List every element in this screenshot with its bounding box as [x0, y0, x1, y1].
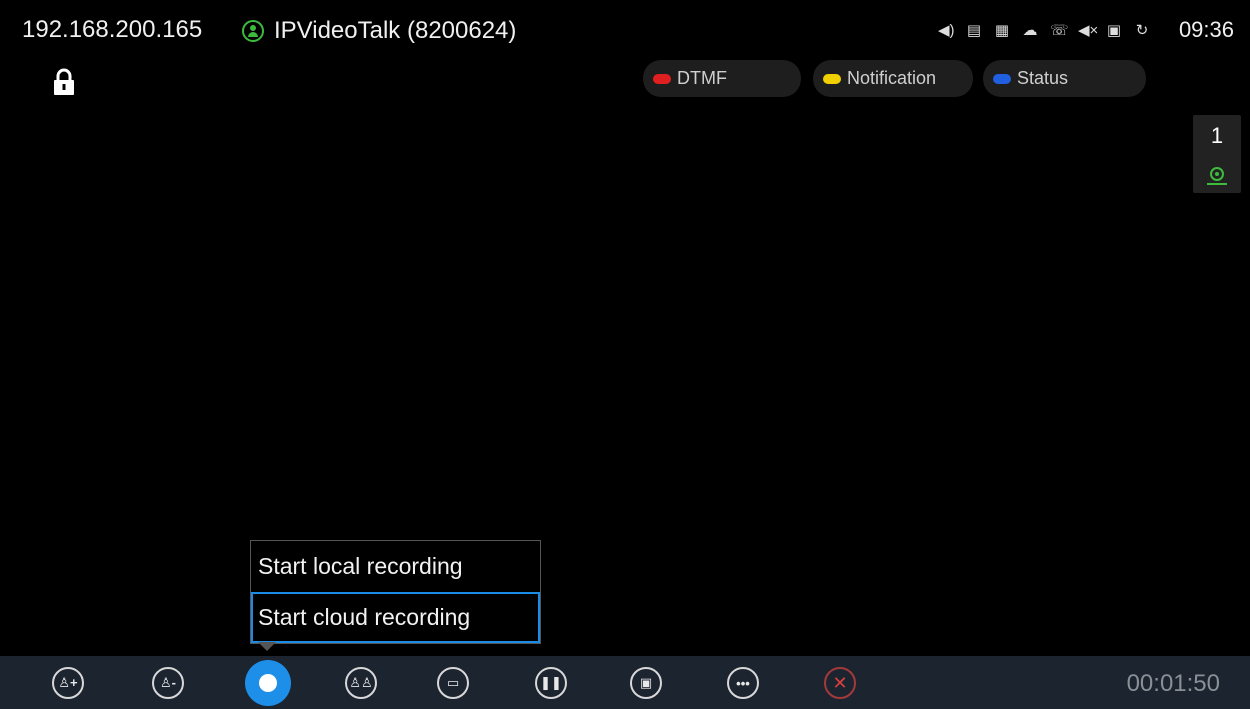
presentation-icon: ▭: [446, 675, 460, 690]
call-timer: 00:01:50: [1126, 670, 1220, 697]
account-name: IPVideoTalk (8200624): [274, 17, 517, 44]
notification-button[interactable]: Notification: [813, 60, 973, 97]
dtmf-label: DTMF: [677, 68, 727, 88]
more-button[interactable]: •••: [727, 667, 759, 699]
clock: 09:36: [1178, 17, 1234, 42]
hold-button[interactable]: ❚❚: [535, 667, 567, 699]
end-call-button[interactable]: ✕: [824, 667, 856, 699]
add-participant-icon: ♙+: [58, 675, 78, 690]
notification-label: Notification: [847, 68, 937, 88]
participants-icon: ♙♙: [349, 675, 373, 690]
dtmf-button[interactable]: DTMF: [643, 60, 801, 97]
pause-icon: ❚❚: [540, 675, 562, 690]
menu-pointer: [258, 642, 276, 651]
close-icon: ✕: [832, 672, 848, 693]
status-bar: 192.168.200.165 IPVideoTalk (8200624) ◀)…: [0, 0, 1250, 62]
call-toolbar: ♙+ ♙- ♙♙ ▭ ❚❚ ▣ ••• ✕ 00:01:50: [0, 656, 1250, 709]
start-local-recording-item[interactable]: Start local recording: [251, 541, 540, 592]
start-cloud-recording-item[interactable]: Start cloud recording: [251, 592, 540, 643]
add-participant-button[interactable]: ♙+: [52, 667, 84, 699]
cloud-icon: ☁: [1022, 22, 1038, 39]
camera-button[interactable]: ▣: [630, 667, 662, 699]
volume-icon: ◀): [938, 22, 955, 39]
status-indicator: [993, 73, 1011, 84]
presentation-button[interactable]: ▭: [437, 667, 469, 699]
camera-base: [1207, 183, 1227, 185]
participant-count: 1: [1210, 123, 1224, 148]
remove-participant-button[interactable]: ♙-: [152, 667, 184, 699]
status-button[interactable]: Status: [983, 60, 1146, 97]
sync-icon: ↻: [1135, 22, 1149, 39]
ip-address: 192.168.200.165: [22, 16, 203, 43]
contacts-icon: ▤: [966, 22, 982, 39]
participants-button[interactable]: ♙♙: [345, 667, 377, 699]
lock-icon[interactable]: [50, 68, 78, 96]
system-icons: ◀) ▤ ▦ ☁ ☏ ◀× ▣ ↻: [938, 21, 1150, 39]
mute-icon: ◀×: [1078, 22, 1099, 39]
account-registered-icon: [242, 20, 264, 42]
record-button[interactable]: [245, 660, 291, 706]
camera-icon: ▣: [639, 675, 653, 690]
sd-card-icon: ▣: [1106, 22, 1122, 39]
more-icon: •••: [736, 675, 750, 691]
status-label: Status: [1017, 68, 1069, 88]
account-indicator: IPVideoTalk (8200624): [242, 16, 516, 46]
call-forward-icon: ☏: [1050, 22, 1069, 39]
dtmf-indicator: [653, 73, 671, 84]
notification-indicator: [823, 73, 841, 84]
remove-participant-icon: ♙-: [160, 675, 176, 690]
participant-panel[interactable]: 1: [1193, 115, 1241, 193]
camera-icon: [1210, 167, 1224, 181]
sim-icon: ▦: [994, 22, 1010, 39]
recording-menu: Start local recording Start cloud record…: [250, 540, 541, 644]
